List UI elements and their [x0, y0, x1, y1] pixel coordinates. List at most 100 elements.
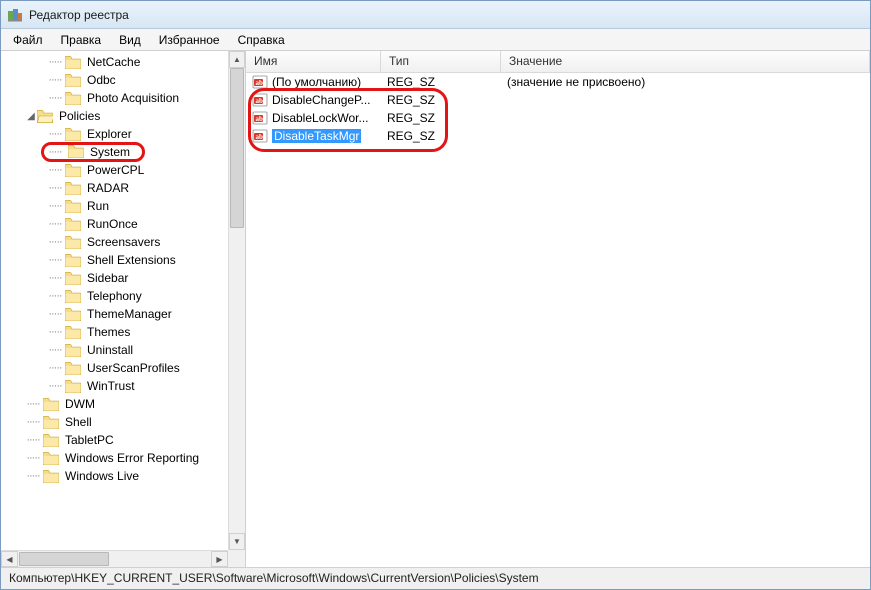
tree-item[interactable]: ····· Screensavers: [1, 233, 245, 251]
tree-item[interactable]: ·····Sidebar: [1, 269, 245, 287]
tree-item-label[interactable]: Explorer: [85, 127, 134, 141]
registry-tree[interactable]: ·····NetCache·····Odbc·····Photo Acquisi…: [1, 51, 245, 567]
folder-icon: [65, 290, 81, 303]
folder-icon: [65, 326, 81, 339]
tree-item[interactable]: ····· PowerCPL: [1, 161, 245, 179]
tree-connector: ·····: [47, 128, 63, 140]
tree-item[interactable]: ·····Run: [1, 197, 245, 215]
tree-connector: ·····: [47, 164, 63, 176]
tree-item-label[interactable]: TabletPC: [63, 433, 116, 447]
folder-icon: [43, 452, 59, 465]
folder-icon: [68, 145, 84, 158]
tree-item-label[interactable]: UserScanProfiles: [85, 361, 182, 375]
tree-item-label[interactable]: Shell Extensions: [85, 253, 178, 267]
tree-item[interactable]: ◢ Policies: [1, 107, 245, 125]
tree-item[interactable]: ·····NetCache: [1, 53, 245, 71]
tree-connector: ·····: [47, 236, 63, 248]
tree-item[interactable]: ·····Uninstall: [1, 341, 245, 359]
column-header-type[interactable]: Тип: [381, 51, 501, 72]
tree-connector: ·····: [47, 308, 63, 320]
scroll-corner: [228, 550, 245, 567]
menu-favorites[interactable]: Избранное: [151, 31, 228, 49]
tree-item[interactable]: ·····Shell: [1, 413, 245, 431]
tree-item[interactable]: ·····Windows Live: [1, 467, 245, 485]
tree-item-label[interactable]: RunOnce: [85, 217, 140, 231]
tree-item-label[interactable]: NetCache: [85, 55, 142, 69]
list-row[interactable]: DisableTaskMgrREG_SZ: [246, 127, 870, 145]
cell-type: REG_SZ: [381, 93, 501, 107]
scroll-thumb-vertical[interactable]: [230, 68, 244, 228]
folder-icon: [37, 110, 53, 123]
tree-item-label[interactable]: Windows Live: [63, 469, 141, 483]
tree-item-label[interactable]: PowerCPL: [85, 163, 146, 177]
tree-item-label[interactable]: System: [88, 145, 132, 159]
folder-icon: [65, 74, 81, 87]
tree-item-label[interactable]: Photo Acquisition: [85, 91, 181, 105]
tree-connector: ·····: [47, 290, 63, 302]
scroll-left-icon[interactable]: ◀: [1, 551, 18, 567]
scroll-right-icon[interactable]: ▶: [211, 551, 228, 567]
tree-item-label[interactable]: Odbc: [85, 73, 118, 87]
list-header[interactable]: Имя Тип Значение: [246, 51, 870, 73]
tree-connector: ·····: [47, 74, 63, 86]
titlebar[interactable]: Редактор реестра: [1, 1, 870, 29]
tree-item[interactable]: ····· WinTrust: [1, 377, 245, 395]
tree-item[interactable]: ····· Telephony: [1, 287, 245, 305]
list-row[interactable]: (По умолчанию)REG_SZ(значение не присвое…: [246, 73, 870, 91]
folder-icon: [65, 164, 81, 177]
scroll-up-icon[interactable]: ▲: [229, 51, 245, 68]
tree-item-label[interactable]: Sidebar: [85, 271, 130, 285]
tree-item-label[interactable]: RADAR: [85, 181, 131, 195]
scroll-thumb-horizontal[interactable]: [19, 552, 109, 566]
tree-item-label[interactable]: Policies: [57, 109, 102, 123]
menu-file[interactable]: Файл: [5, 31, 51, 49]
value-name: DisableTaskMgr: [272, 129, 361, 143]
menu-view[interactable]: Вид: [111, 31, 149, 49]
scroll-down-icon[interactable]: ▼: [229, 533, 245, 550]
tree-item-label[interactable]: Screensavers: [85, 235, 162, 249]
reg-string-icon: [252, 74, 268, 90]
column-header-value[interactable]: Значение: [501, 51, 870, 72]
tree-item[interactable]: ·····UserScanProfiles: [1, 359, 245, 377]
list-body[interactable]: (По умолчанию)REG_SZ(значение не присвое…: [246, 73, 870, 567]
tree-item[interactable]: ·····RADAR: [1, 179, 245, 197]
folder-icon: [65, 200, 81, 213]
tree-item[interactable]: ·····System: [1, 143, 245, 161]
tree-item[interactable]: ·····Shell Extensions: [1, 251, 245, 269]
tree-item[interactable]: ····· Odbc: [1, 71, 245, 89]
tree-item[interactable]: ·····Themes: [1, 323, 245, 341]
cell-name: DisableChangeP...: [246, 92, 381, 108]
expander-icon[interactable]: ◢: [25, 111, 37, 122]
tree-item[interactable]: ····· TabletPC: [1, 431, 245, 449]
column-header-name[interactable]: Имя: [246, 51, 381, 72]
folder-icon: [65, 92, 81, 105]
tree-item-label[interactable]: Themes: [85, 325, 132, 339]
tree-item-label[interactable]: Run: [85, 199, 111, 213]
tree-item-label[interactable]: WinTrust: [85, 379, 137, 393]
menu-help[interactable]: Справка: [230, 31, 293, 49]
tree-scrollbar-vertical[interactable]: ▲ ▼: [228, 51, 245, 550]
tree-scrollbar-horizontal[interactable]: ◀ ▶: [1, 550, 228, 567]
tree-item-label[interactable]: Uninstall: [85, 343, 135, 357]
tree-connector: ·····: [25, 434, 41, 446]
tree-item-label[interactable]: ThemeManager: [85, 307, 174, 321]
list-row[interactable]: DisableLockWor...REG_SZ: [246, 109, 870, 127]
tree-item[interactable]: ·····Windows Error Reporting: [1, 449, 245, 467]
folder-icon: [65, 272, 81, 285]
tree-item[interactable]: ·····Photo Acquisition: [1, 89, 245, 107]
list-row[interactable]: DisableChangeP...REG_SZ: [246, 91, 870, 109]
tree-pane: ·····NetCache·····Odbc·····Photo Acquisi…: [1, 51, 246, 567]
tree-item[interactable]: ····· ThemeManager: [1, 305, 245, 323]
cell-name: (По умолчанию): [246, 74, 381, 90]
tree-item[interactable]: ·····RunOnce: [1, 215, 245, 233]
tree-item[interactable]: ·····DWM: [1, 395, 245, 413]
folder-icon: [65, 362, 81, 375]
tree-connector: ·····: [47, 380, 63, 392]
tree-item[interactable]: ····· Explorer: [1, 125, 245, 143]
menu-edit[interactable]: Правка: [53, 31, 110, 49]
tree-item-label[interactable]: DWM: [63, 397, 97, 411]
tree-item-label[interactable]: Windows Error Reporting: [63, 451, 201, 465]
tree-item-label[interactable]: Telephony: [85, 289, 144, 303]
tree-item-label[interactable]: Shell: [63, 415, 94, 429]
reg-string-icon: [252, 92, 268, 108]
